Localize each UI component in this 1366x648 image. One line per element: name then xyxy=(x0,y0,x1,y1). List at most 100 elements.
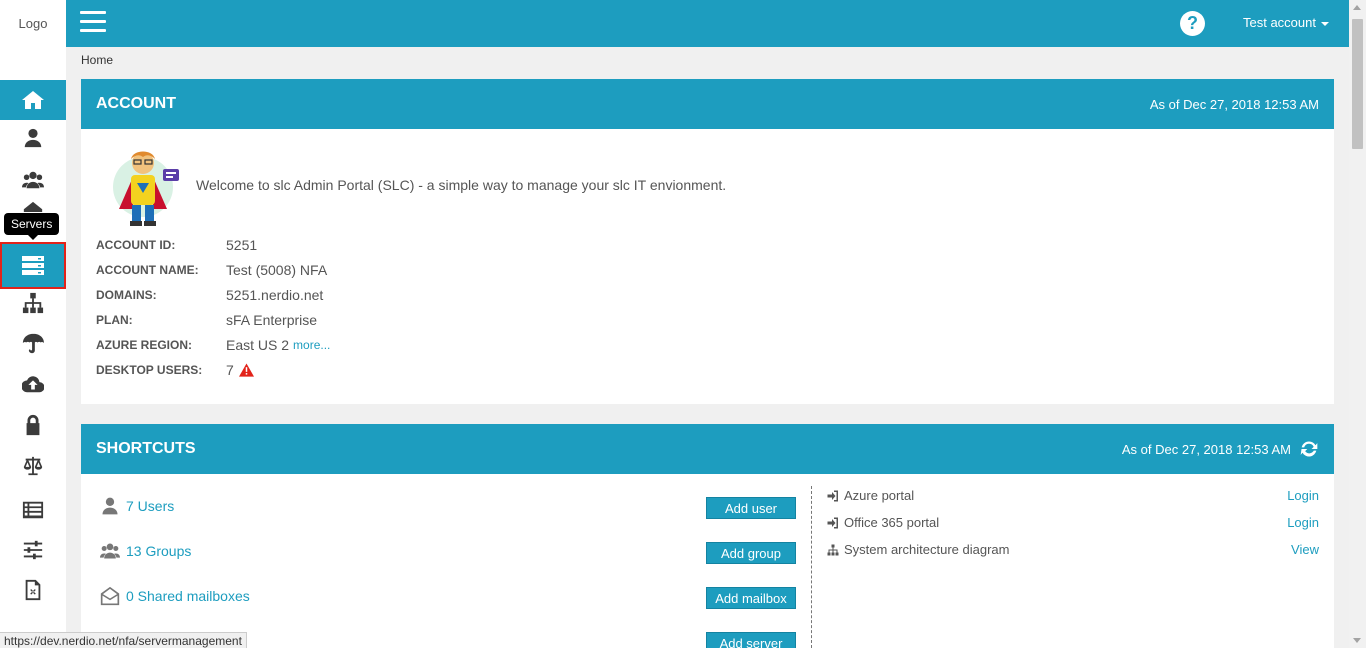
desktop-users-value: 7 xyxy=(226,362,234,378)
scrollbar[interactable] xyxy=(1349,0,1366,648)
architecture-diagram-label-wrap: System architecture diagram xyxy=(827,542,1009,557)
sitemap-icon xyxy=(22,292,44,314)
sidebar: Logo Servers xyxy=(0,0,66,648)
office365-portal-label: Office 365 portal xyxy=(844,515,940,530)
architecture-diagram-label: System architecture diagram xyxy=(844,542,1010,557)
account-panel-title: ACCOUNT xyxy=(96,95,176,112)
sign-in-icon xyxy=(827,490,838,501)
desktop-users-row: DESKTOP USERS: 7 xyxy=(96,361,254,379)
sidebar-item-network[interactable] xyxy=(0,283,66,323)
account-id-value: 5251 xyxy=(226,237,258,253)
account-id-label: ACCOUNT ID: xyxy=(96,238,176,252)
sidebar-item-backup[interactable] xyxy=(0,323,66,363)
azure-portal-row: Azure portal Login xyxy=(827,488,1319,503)
shared-mailboxes-link[interactable]: 0 Shared mailboxes xyxy=(126,588,250,604)
welcome-text: Welcome to slc Admin Portal (SLC) - a si… xyxy=(196,177,727,193)
list-icon xyxy=(22,501,44,519)
architecture-diagram-view-link[interactable]: View xyxy=(1291,542,1319,557)
add-server-button[interactable]: Add server xyxy=(706,632,796,648)
desktop-users-value-wrap: 7 xyxy=(226,361,254,379)
plan-row: PLAN: sFA Enterprise xyxy=(96,311,317,329)
scroll-up-icon[interactable] xyxy=(1353,5,1361,10)
account-panel: ACCOUNT As of Dec 27, 2018 12:53 AM Welc… xyxy=(81,79,1334,404)
azure-portal-label: Azure portal xyxy=(844,488,915,503)
superhero-avatar-image xyxy=(113,151,179,226)
scroll-thumb[interactable] xyxy=(1352,19,1363,149)
sliders-icon xyxy=(23,540,43,560)
shortcuts-as-of-wrap: As of Dec 27, 2018 12:53 AM xyxy=(1122,439,1319,459)
azure-region-value-wrap: East US 2 more... xyxy=(226,336,330,354)
domains-row: DOMAINS: 5251.nerdio.net xyxy=(96,286,323,304)
breadcrumb[interactable]: Home xyxy=(81,53,113,67)
account-name-value: Test (5008) NFA xyxy=(226,262,328,278)
users-count-link[interactable]: 7 Users xyxy=(126,498,174,514)
scroll-down-icon[interactable] xyxy=(1353,638,1361,643)
status-bar-url: https://dev.nerdio.net/nfa/servermanagem… xyxy=(0,632,247,648)
user-icon xyxy=(24,128,42,148)
domains-label: DOMAINS: xyxy=(96,288,157,302)
sidebar-item-servers[interactable] xyxy=(0,242,66,289)
desktop-users-label: DESKTOP USERS: xyxy=(96,363,203,377)
sidebar-item-home[interactable] xyxy=(0,80,66,120)
shortcuts-as-of: As of Dec 27, 2018 12:53 AM xyxy=(1121,441,1291,457)
account-menu[interactable]: Test account xyxy=(1243,15,1329,30)
sign-in-icon xyxy=(827,517,838,528)
groups-count-link[interactable]: 13 Groups xyxy=(126,543,191,559)
sidebar-item-api[interactable] xyxy=(0,570,66,610)
hamburger-menu-icon[interactable] xyxy=(80,11,106,33)
account-panel-header: ACCOUNT As of Dec 27, 2018 12:53 AM xyxy=(81,79,1334,129)
logo: Logo xyxy=(18,16,48,31)
warning-icon[interactable] xyxy=(238,363,254,377)
caret-down-icon xyxy=(1321,21,1329,26)
azure-region-more-link[interactable]: more... xyxy=(293,336,330,354)
azure-region-value: East US 2 xyxy=(226,337,290,353)
account-as-of: As of Dec 27, 2018 12:53 AM xyxy=(1149,96,1319,112)
office365-portal-row: Office 365 portal Login xyxy=(827,515,1319,530)
azure-portal-login-link[interactable]: Login xyxy=(1287,488,1319,503)
add-mailbox-button[interactable]: Add mailbox xyxy=(706,587,796,609)
servers-tooltip: Servers xyxy=(4,213,60,240)
azure-region-row: AZURE REGION: East US 2 more... xyxy=(96,336,330,354)
sidebar-item-mailbox[interactable] xyxy=(0,198,66,212)
envelope-open-icon xyxy=(100,586,120,606)
add-group-button[interactable]: Add group xyxy=(706,542,796,564)
users-icon xyxy=(22,171,44,189)
groups-shortcut: 13 Groups xyxy=(99,541,191,561)
users-shortcut: 7 Users xyxy=(99,496,174,516)
plan-value: sFA Enterprise xyxy=(226,312,318,328)
architecture-diagram-row: System architecture diagram View xyxy=(827,542,1319,557)
account-menu-label: Test account xyxy=(1243,15,1316,30)
cloud-upload-icon xyxy=(22,376,44,393)
lock-icon xyxy=(26,414,40,436)
sidebar-item-groups[interactable] xyxy=(0,160,66,200)
sidebar-item-user[interactable] xyxy=(0,118,66,158)
sidebar-item-compliance[interactable] xyxy=(0,446,66,486)
shortcuts-panel-header: SHORTCUTS As of Dec 27, 2018 12:53 AM xyxy=(81,424,1334,474)
sidebar-item-list[interactable] xyxy=(0,490,66,530)
users-icon xyxy=(100,543,120,559)
office365-portal-label-wrap: Office 365 portal xyxy=(827,515,939,530)
office365-portal-login-link[interactable]: Login xyxy=(1287,515,1319,530)
sidebar-item-settings[interactable] xyxy=(0,530,66,570)
account-id-row: ACCOUNT ID: 5251 xyxy=(96,236,257,254)
umbrella-icon xyxy=(22,333,44,354)
plan-label: PLAN: xyxy=(96,313,133,327)
help-icon[interactable]: ? xyxy=(1180,11,1205,36)
domains-value: 5251.nerdio.net xyxy=(226,287,324,303)
shortcuts-divider xyxy=(811,486,812,648)
code-file-icon xyxy=(25,579,41,601)
refresh-icon[interactable] xyxy=(1299,439,1319,459)
azure-region-label: AZURE REGION: xyxy=(96,338,192,352)
add-user-button[interactable]: Add user xyxy=(706,497,796,519)
mailbox-icon xyxy=(23,201,43,212)
sidebar-item-security[interactable] xyxy=(0,405,66,445)
top-bar: ? Test account xyxy=(66,0,1349,47)
shortcuts-panel-title: SHORTCUTS xyxy=(96,440,196,457)
shortcuts-panel: SHORTCUTS As of Dec 27, 2018 12:53 AM 7 … xyxy=(81,424,1334,648)
servers-icon xyxy=(22,255,44,275)
home-icon xyxy=(22,91,44,109)
account-name-label: ACCOUNT NAME: xyxy=(96,263,199,277)
account-name-row: ACCOUNT NAME: Test (5008) NFA xyxy=(96,261,327,279)
azure-portal-label-wrap: Azure portal xyxy=(827,488,914,503)
sidebar-item-cloud-upload[interactable] xyxy=(0,364,66,404)
